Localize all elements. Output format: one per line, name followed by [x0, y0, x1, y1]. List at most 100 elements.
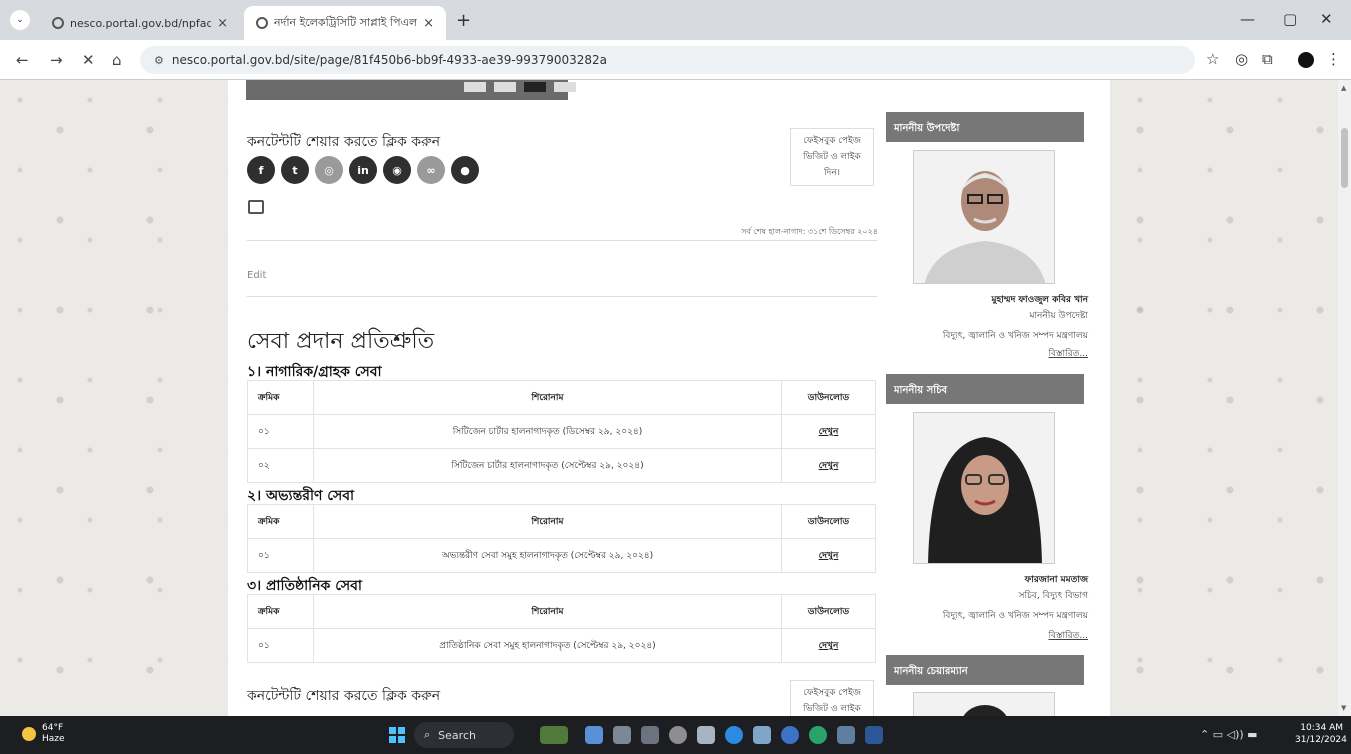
- twitter-share-icon[interactable]: t: [281, 156, 309, 184]
- view-link[interactable]: দেখুন: [781, 448, 876, 483]
- tab-nesco-active[interactable]: নর্দান ইলেকট্রিসিটি সাপ্লাই পিএলসি ×: [244, 6, 446, 40]
- weather-widget[interactable]: 64°F Haze: [22, 723, 65, 745]
- forward-icon[interactable]: →: [50, 51, 63, 69]
- scroll-up-icon[interactable]: ▲: [1341, 84, 1346, 92]
- app-icon[interactable]: [697, 726, 715, 744]
- divider: [247, 240, 877, 241]
- view-link[interactable]: দেখুন: [781, 538, 876, 573]
- scroll-down-icon[interactable]: ▼: [1341, 704, 1346, 712]
- facebook-page-box[interactable]: ফেইসবুক পেইজ ভিজিট ও লাইক দিন।: [790, 680, 874, 716]
- stop-loading-icon[interactable]: ✕: [82, 51, 95, 69]
- app-icon[interactable]: [641, 726, 659, 744]
- last-updated-text: সর্ব শেষ হাল-নাগাদ: ৩১শে ডিসেম্বর ২০২৪: [741, 227, 878, 236]
- link-share-icon[interactable]: ∞: [417, 156, 445, 184]
- back-icon[interactable]: ←: [16, 51, 29, 69]
- tab-favicon-icon: [52, 17, 64, 29]
- word-icon[interactable]: [865, 726, 883, 744]
- close-window-button[interactable]: ✕: [1320, 10, 1333, 28]
- column-header: ক্রমিক: [247, 380, 314, 415]
- facebook-page-box[interactable]: ফেইসবুক পেইজ ভিজিট ও লাইক দিন।: [790, 128, 874, 186]
- tab-favicon-icon: [256, 17, 268, 29]
- bookmark-star-icon[interactable]: ☆: [1206, 50, 1219, 68]
- advisor-portrait: [913, 150, 1055, 284]
- facebook-share-icon[interactable]: f: [247, 156, 275, 184]
- scrollbar-thumb[interactable]: [1341, 128, 1348, 188]
- viber-share-icon[interactable]: ◉: [383, 156, 411, 184]
- advisor-heading: মাননীয় উপদেষ্টা: [886, 112, 1084, 142]
- serial-cell: ০২: [247, 448, 314, 483]
- title-cell: সিটিজেন চার্টার হালনাগাদকৃত (সেপ্টেম্বর …: [313, 448, 782, 483]
- table-header-row: ক্রমিক শিরোনাম ডাউনলোড: [247, 380, 876, 415]
- tab-title: nesco.portal.gov.bd/npfadmin: [70, 16, 212, 30]
- weather-condition: Haze: [42, 734, 65, 744]
- menu-kebab-icon[interactable]: ⋮: [1326, 50, 1341, 68]
- new-tab-button[interactable]: +: [456, 10, 471, 31]
- task-view-icon[interactable]: [585, 726, 603, 744]
- puzzle-extensions-icon[interactable]: ⧉: [1262, 50, 1273, 68]
- messenger-share-icon[interactable]: ●: [451, 156, 479, 184]
- extension-icon[interactable]: ◎: [1235, 50, 1248, 68]
- app-icon[interactable]: [669, 726, 687, 744]
- view-link[interactable]: দেখুন: [781, 628, 876, 663]
- search-icon: ⌕: [424, 728, 431, 741]
- secretary-details-link[interactable]: বিস্তারিত...: [886, 628, 1088, 643]
- advisor-ministry: বিদ্যুৎ, জ্বালানি ও খনিজ সম্পদ মন্ত্রণাল…: [942, 331, 1088, 341]
- address-bar[interactable]: ⚙ nesco.portal.gov.bd/site/page/81f450b6…: [140, 46, 1195, 74]
- chairman-heading: মাননীয় চেয়ারম্যান: [886, 655, 1084, 685]
- system-tray[interactable]: ⌃ ▭ ◁)) ▬: [1200, 728, 1258, 741]
- view-link[interactable]: দেখুন: [781, 414, 876, 449]
- person-portrait-image: [914, 413, 1054, 563]
- advisor-details-link[interactable]: বিস্তারিত...: [886, 346, 1088, 361]
- chairman-portrait: [913, 692, 1055, 716]
- share-title: কনটেন্টটি শেয়ার করতে ক্লিক করুন: [247, 688, 441, 704]
- service-table: ক্রমিক শিরোনাম ডাউনলোড ০১ অভ্যন্তরীণ সেব…: [247, 504, 876, 573]
- secretary-name: ফারজানা মমতাজ: [1024, 575, 1088, 585]
- widget-image-icon[interactable]: [540, 726, 568, 744]
- title-cell: অভ্যন্তরীণ সেবা সমুহ হালনাগাদকৃত (সেপ্টে…: [313, 538, 782, 573]
- taskbar-search[interactable]: ⌕ Search: [414, 722, 514, 748]
- content-page: কনটেন্টটি শেয়ার করতে ক্লিক করুন f t ◎ i…: [228, 80, 1110, 716]
- print-icon[interactable]: [248, 200, 264, 214]
- whatsapp-icon[interactable]: [809, 726, 827, 744]
- site-info-icon[interactable]: ⚙: [154, 54, 164, 67]
- column-header: শিরোনাম: [313, 380, 782, 415]
- column-header: ডাউনলোড: [781, 380, 876, 415]
- chrome-icon[interactable]: [725, 726, 743, 744]
- title-cell: সিটিজেন চার্টার হালনাগাদকৃত (ডিসেম্বর ২৯…: [313, 414, 782, 449]
- tab-npfadmin[interactable]: nesco.portal.gov.bd/npfadmin ×: [40, 6, 240, 40]
- profile-avatar[interactable]: [1298, 52, 1314, 68]
- serial-cell: ০১: [247, 628, 314, 663]
- vertical-scrollbar[interactable]: ▲ ▼: [1338, 80, 1351, 716]
- tab-close-icon[interactable]: ×: [423, 16, 434, 31]
- browser-nav-bar: ← → ✕ ⌂ ⚙ nesco.portal.gov.bd/site/page/…: [0, 40, 1351, 80]
- column-header: ক্রমিক: [247, 504, 314, 539]
- secretary-ministry: বিদ্যুৎ, জ্বালানি ও খনিজ সম্পদ মন্ত্রণাল…: [942, 611, 1088, 621]
- secretary-portrait: [913, 412, 1055, 564]
- clock[interactable]: 10:34 AM 31/12/2024: [1295, 722, 1347, 746]
- column-header: শিরোনাম: [313, 594, 782, 629]
- windows-start-icon[interactable]: [389, 727, 405, 743]
- minimize-button[interactable]: —: [1240, 10, 1255, 28]
- linkedin-share-icon[interactable]: in: [349, 156, 377, 184]
- edge-icon[interactable]: [781, 726, 799, 744]
- windows-taskbar: 64°F Haze ⌕ Search ⌃ ▭ ◁)) ▬ 10:34 AM 31…: [0, 716, 1351, 754]
- url-text: nesco.portal.gov.bd/site/page/81f450b6-b…: [171, 53, 607, 67]
- clock-time: 10:34 AM: [1300, 723, 1343, 733]
- app-icon[interactable]: [753, 726, 771, 744]
- page-viewport: কনটেন্টটি শেয়ার করতে ক্লিক করুন f t ◎ i…: [0, 80, 1338, 716]
- edit-link[interactable]: Edit: [247, 270, 266, 281]
- tab-search-button[interactable]: ⌄: [10, 10, 30, 30]
- tab-close-icon[interactable]: ×: [217, 16, 228, 31]
- divider: [247, 296, 877, 297]
- secretary-designation: সচিব, বিদ্যুৎ বিভাগ: [1018, 591, 1089, 601]
- browser-tab-bar: ⌄ nesco.portal.gov.bd/npfadmin × নর্দান …: [0, 0, 1351, 40]
- whatsapp-share-icon[interactable]: ◎: [315, 156, 343, 184]
- search-label: Search: [438, 728, 476, 742]
- advisor-name: মুহাম্মদ ফাওজুল কবির খান: [991, 295, 1088, 305]
- home-icon[interactable]: ⌂: [112, 51, 122, 69]
- table-row: ০১ সিটিজেন চার্টার হালনাগাদকৃত (ডিসেম্বর…: [247, 414, 876, 449]
- app-icon[interactable]: [837, 726, 855, 744]
- person-portrait-image: [914, 693, 1054, 716]
- maximize-button[interactable]: ▢: [1283, 10, 1297, 28]
- file-explorer-icon[interactable]: [613, 726, 631, 744]
